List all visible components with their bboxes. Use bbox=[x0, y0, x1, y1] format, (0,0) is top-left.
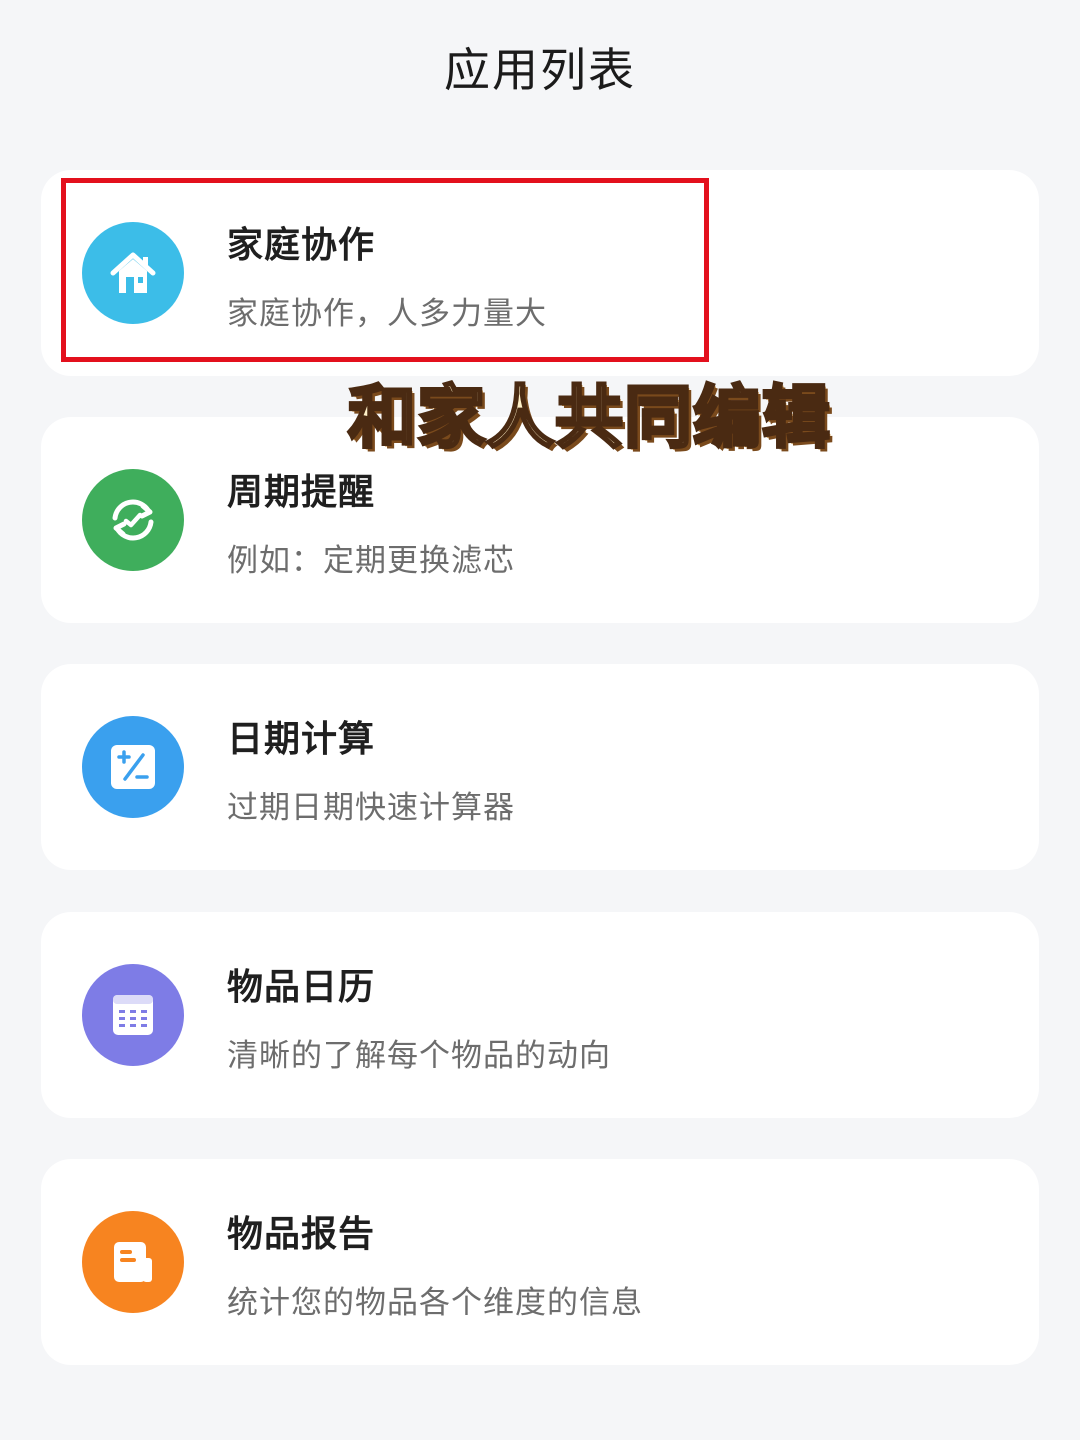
app-title: 周期提醒 bbox=[227, 472, 376, 513]
cycle-icon bbox=[82, 469, 184, 571]
home-icon bbox=[82, 222, 184, 324]
app-title: 家庭协作 bbox=[227, 225, 376, 266]
app-title: 日期计算 bbox=[227, 719, 376, 760]
overlay-caption: 和家人共同编辑 bbox=[346, 378, 832, 460]
app-subtitle: 统计您的物品各个维度的信息 bbox=[227, 1285, 643, 1321]
page-title: 应用列表 bbox=[444, 43, 636, 97]
app-card-item-report[interactable]: 物品报告 统计您的物品各个维度的信息 bbox=[41, 1159, 1039, 1365]
app-title: 物品报告 bbox=[227, 1214, 376, 1255]
report-icon bbox=[82, 1211, 184, 1313]
calculator-icon bbox=[82, 716, 184, 818]
app-subtitle: 过期日期快速计算器 bbox=[227, 790, 515, 826]
app-subtitle: 例如：定期更换滤芯 bbox=[227, 543, 515, 579]
app-title: 物品日历 bbox=[227, 967, 376, 1008]
app-subtitle: 家庭协作，人多力量大 bbox=[227, 296, 547, 332]
app-card-item-calendar[interactable]: 物品日历 清晰的了解每个物品的动向 bbox=[41, 912, 1039, 1118]
app-card-family-collaboration[interactable]: 家庭协作 家庭协作，人多力量大 bbox=[41, 170, 1039, 376]
app-subtitle: 清晰的了解每个物品的动向 bbox=[227, 1038, 611, 1074]
app-card-date-calculator[interactable]: 日期计算 过期日期快速计算器 bbox=[41, 664, 1039, 870]
calendar-icon bbox=[82, 964, 184, 1066]
